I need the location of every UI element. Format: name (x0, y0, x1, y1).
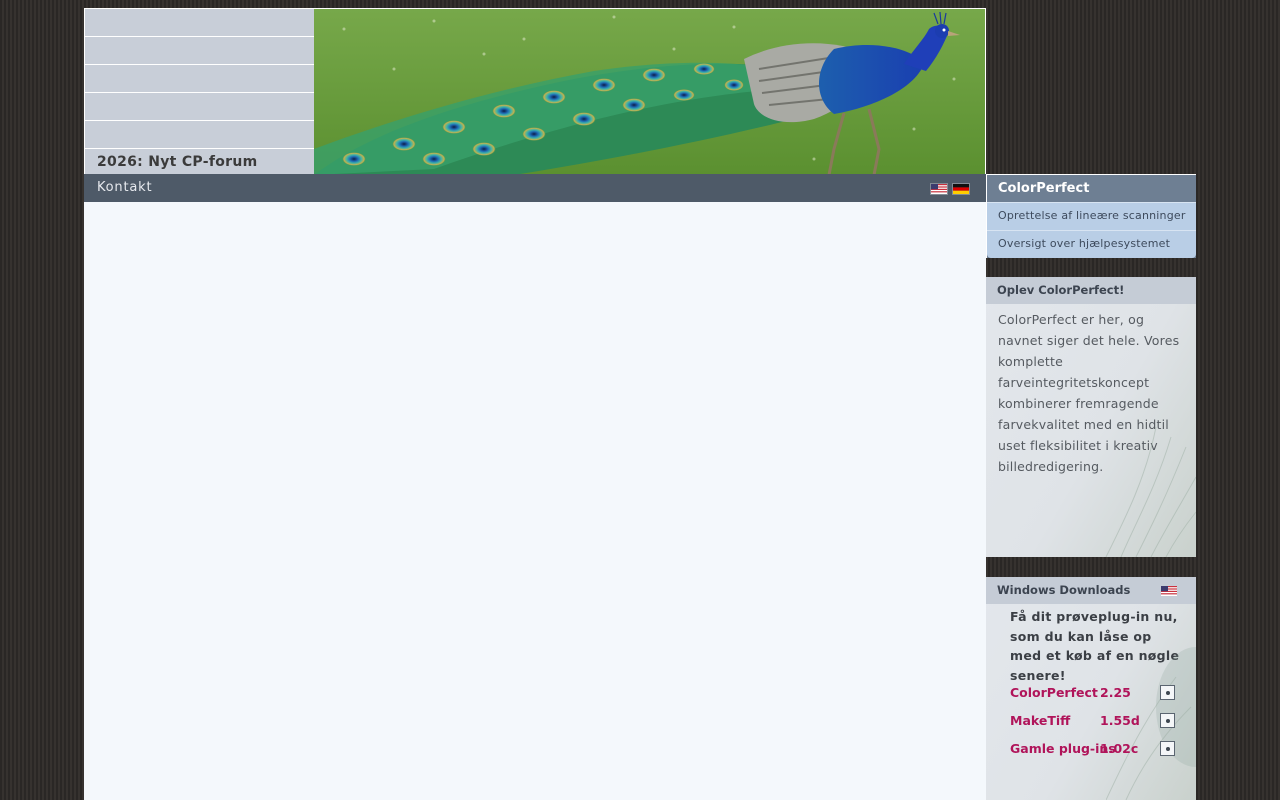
nav-item-1[interactable] (84, 8, 314, 36)
experience-text: ColorPerfect er her, og navnet siger det… (998, 312, 1180, 474)
downloads-intro: Få dit prøveplug-in nu, som du kan låse … (1010, 609, 1180, 683)
us-flag-icon[interactable] (931, 184, 947, 194)
de-flag-icon[interactable] (953, 184, 969, 194)
colorperfect-box: ColorPerfect Oprettelse af lineære scann… (986, 174, 1196, 258)
download-name[interactable]: ColorPerfect (1010, 685, 1098, 700)
download-name[interactable]: MakeTiff (1010, 713, 1070, 728)
nav-item-forum[interactable]: 2026: Nyt CP-forum (84, 148, 314, 176)
experience-title: Oplev ColorPerfect! (986, 277, 1196, 304)
download-version: 2.25 (1100, 685, 1131, 700)
download-button-icon[interactable] (1160, 713, 1175, 728)
nav-item-5[interactable] (84, 120, 314, 148)
left-nav: 2026: Nyt CP-forum (84, 8, 314, 176)
contact-bar: Kontakt (84, 174, 986, 202)
nav-item-4[interactable] (84, 92, 314, 120)
linear-scans-link[interactable]: Oprettelse af lineære scanninger (987, 202, 1196, 230)
download-row[interactable]: Gamle plug-ins 1.02c (1010, 739, 1180, 759)
main-content (84, 202, 986, 800)
download-row[interactable]: ColorPerfect 2.25 (1010, 683, 1180, 703)
right-sidebar: ColorPerfect Oprettelse af lineære scann… (986, 174, 1196, 800)
help-overview-link[interactable]: Oversigt over hjælpesystemet (987, 230, 1196, 258)
contact-link[interactable]: Kontakt (97, 174, 152, 202)
peacock-banner (314, 8, 986, 174)
nav-item-2[interactable] (84, 36, 314, 64)
windows-downloads-panel: Windows Downloads Få dit prøveplug-in nu… (986, 577, 1196, 800)
experience-panel: Oplev ColorPerfect! ColorPerfect er her,… (986, 277, 1196, 557)
download-button-icon[interactable] (1160, 685, 1175, 700)
colorperfect-title[interactable]: ColorPerfect (987, 175, 1196, 202)
page: 2026: Nyt CP-forum Kontakt ColorPerfect … (84, 8, 1196, 800)
nav-item-3[interactable] (84, 64, 314, 92)
us-flag-icon[interactable] (1161, 586, 1177, 596)
peacock-image (314, 9, 985, 174)
download-button-icon[interactable] (1160, 741, 1175, 756)
download-version: 1.55d (1100, 713, 1140, 728)
downloads-title-text: Windows Downloads (997, 583, 1131, 597)
downloads-title: Windows Downloads (986, 577, 1196, 604)
download-version: 1.02c (1100, 741, 1139, 756)
download-row[interactable]: MakeTiff 1.55d (1010, 711, 1180, 731)
